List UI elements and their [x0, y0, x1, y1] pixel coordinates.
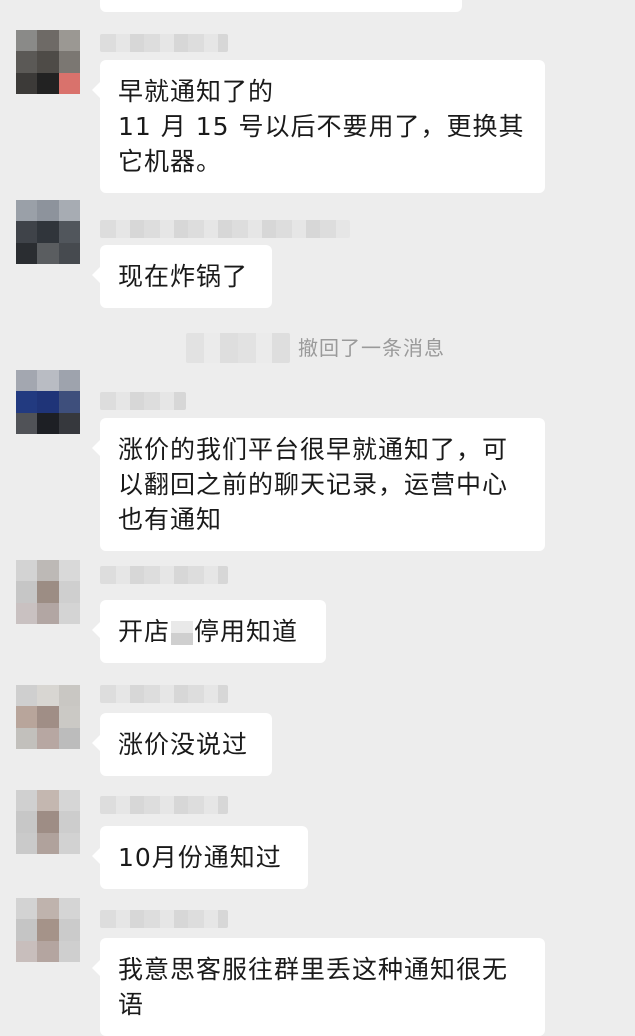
- avatar[interactable]: [16, 200, 80, 264]
- message-text: 10月份通知过: [118, 843, 282, 872]
- avatar[interactable]: [16, 898, 80, 962]
- avatar[interactable]: [16, 560, 80, 624]
- message-bubble[interactable]: 10月份通知过: [92, 826, 308, 889]
- avatar[interactable]: [16, 685, 80, 749]
- message-text: 停用知道: [194, 617, 299, 646]
- message-text: 涨价没说过: [118, 730, 249, 759]
- message-text: 11 月 15 号以后不要用了，更换其: [118, 112, 525, 141]
- sender-name-blurred: [100, 34, 228, 52]
- avatar[interactable]: [16, 30, 80, 94]
- message-text: 也有通知: [118, 505, 223, 534]
- recalled-sender-blurred: [186, 333, 290, 363]
- previous-message-bubble[interactable]: [100, 0, 462, 12]
- message-bubble[interactable]: 涨价的我们平台很早就通知了，可 以翻回之前的聊天记录，运营中心 也有通知: [92, 418, 545, 551]
- recall-notice: 撤回了一条消息: [186, 333, 486, 363]
- message-bubble[interactable]: 我意思客服往群里丢这种通知很无 语: [92, 938, 545, 1036]
- sender-name-blurred: [100, 392, 186, 410]
- message-text: 开店: [118, 617, 171, 646]
- message-text: 我意思客服往群里丢这种通知很无: [118, 955, 509, 984]
- message-bubble[interactable]: 早就通知了的 11 月 15 号以后不要用了，更换其 它机器。: [92, 60, 545, 193]
- sender-name-blurred: [100, 220, 350, 238]
- sender-name-blurred: [100, 796, 228, 814]
- message-text: 语: [118, 990, 145, 1019]
- message-bubble[interactable]: 涨价没说过: [92, 713, 272, 776]
- message-text: 以翻回之前的聊天记录，运营中心: [118, 470, 509, 499]
- message-bubble[interactable]: 现在炸锅了: [92, 245, 272, 308]
- sender-name-blurred: [100, 685, 228, 703]
- message-text: 涨价的我们平台很早就通知了，可: [118, 435, 509, 464]
- sender-name-blurred: [100, 566, 228, 584]
- avatar[interactable]: [16, 790, 80, 854]
- avatar[interactable]: [16, 370, 80, 434]
- message-text: 它机器。: [118, 147, 223, 176]
- censored-text-blur: [171, 621, 194, 645]
- message-text: 早就通知了的: [118, 77, 275, 106]
- sender-name-blurred: [100, 910, 228, 928]
- message-text: 现在炸锅了: [118, 262, 249, 291]
- message-bubble[interactable]: 开店 停用知道: [92, 600, 326, 663]
- recall-notice-text: 撤回了一条消息: [298, 336, 445, 360]
